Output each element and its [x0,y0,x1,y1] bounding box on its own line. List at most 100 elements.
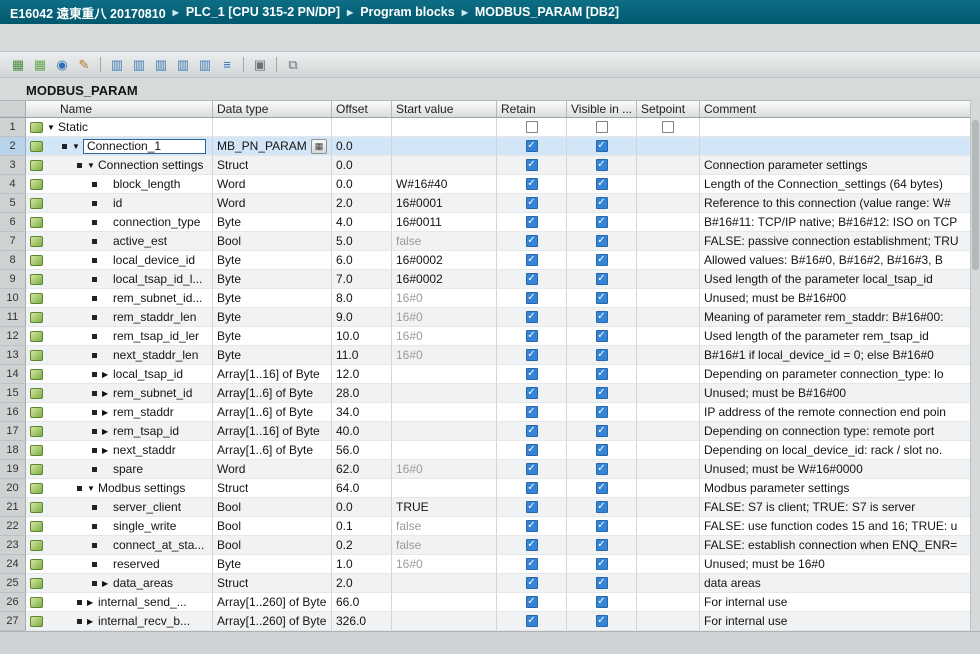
row-startvalue-cell[interactable] [392,422,497,441]
row-datatype-cell[interactable]: Struct [213,479,332,498]
row-name-cell[interactable]: ▶internal_send_... [26,593,213,612]
row-startvalue-cell[interactable]: W#16#40 [392,175,497,194]
retain-cell[interactable]: ✓ [497,593,567,612]
row-datatype-cell[interactable]: Word [213,460,332,479]
table-row[interactable]: 22single_writeBool0.1false✓✓FALSE: use f… [0,517,970,536]
row-startvalue-cell[interactable] [392,156,497,175]
row-datatype-cell[interactable]: Struct [213,156,332,175]
row-number-cell[interactable]: 13 [0,346,26,365]
row-number-cell[interactable]: 26 [0,593,26,612]
row-number-cell[interactable]: 4 [0,175,26,194]
retain-cell[interactable]: ✓ [497,308,567,327]
visible-in-hmi-checkbox[interactable]: ✓ [596,349,608,361]
row-datatype-cell[interactable]: Byte [213,327,332,346]
row-comment-cell[interactable]: Depending on parameter connection_type: … [700,365,970,384]
retain-cell[interactable]: ✓ [497,327,567,346]
visible-in-hmi-checkbox[interactable]: ✓ [596,178,608,190]
breadcrumb-item[interactable]: MODBUS_PARAM [DB2] [475,5,619,19]
visible-cell[interactable]: ✓ [567,156,637,175]
visible-cell[interactable]: ✓ [567,574,637,593]
retain-checkbox[interactable]: ✓ [526,482,538,494]
table-row[interactable]: 3▼Connection settingsStruct0.0✓✓Connecti… [0,156,970,175]
table-row[interactable]: 10rem_subnet_id...Byte8.016#0✓✓Unused; m… [0,289,970,308]
retain-cell[interactable]: ✓ [497,175,567,194]
table-row[interactable]: 1▼Static [0,118,970,137]
row-datatype-cell[interactable]: Bool [213,498,332,517]
setpoint-cell[interactable] [637,289,700,308]
row-datatype-cell[interactable]: Array[1..16] of Byte [213,422,332,441]
retain-checkbox[interactable]: ✓ [526,254,538,266]
row-name-cell[interactable]: rem_subnet_id... [26,289,213,308]
retain-cell[interactable]: ✓ [497,422,567,441]
go-online-button[interactable]: ⧉ [283,55,303,75]
row-name-cell[interactable]: id [26,194,213,213]
visible-cell[interactable] [567,118,637,137]
retain-cell[interactable]: ✓ [497,251,567,270]
row-offset-cell[interactable]: 0.0 [332,156,392,175]
visible-cell[interactable]: ✓ [567,137,637,156]
retain-cell[interactable]: ✓ [497,441,567,460]
visible-cell[interactable]: ✓ [567,479,637,498]
row-startvalue-cell[interactable]: 16#0 [392,460,497,479]
row-datatype-cell[interactable] [213,118,332,137]
expand-arrow-icon[interactable]: ▶ [102,384,113,403]
row-startvalue-cell[interactable] [392,574,497,593]
visible-cell[interactable]: ✓ [567,536,637,555]
table-row[interactable]: 23connect_at_sta...Bool0.2false✓✓FALSE: … [0,536,970,555]
visible-cell[interactable]: ✓ [567,422,637,441]
row-offset-cell[interactable]: 5.0 [332,232,392,251]
row-startvalue-cell[interactable]: 16#0002 [392,270,497,289]
row-comment-cell[interactable]: FALSE: passive connection establishment;… [700,232,970,251]
row-number-cell[interactable]: 18 [0,441,26,460]
row-comment-cell[interactable]: Unused; must be B#16#00 [700,289,970,308]
row-comment-cell[interactable]: Length of the Connection_settings (64 by… [700,175,970,194]
retain-checkbox[interactable]: ✓ [526,368,538,380]
visible-in-hmi-checkbox[interactable]: ✓ [596,159,608,171]
expand-arrow-icon[interactable]: ▶ [87,593,98,612]
row-offset-cell[interactable]: 62.0 [332,460,392,479]
row-comment-cell[interactable]: Modbus parameter settings [700,479,970,498]
setpoint-cell[interactable] [637,175,700,194]
row-number-cell[interactable]: 14 [0,365,26,384]
row-number-cell[interactable]: 27 [0,612,26,631]
retain-checkbox[interactable]: ✓ [526,178,538,190]
retain-checkbox[interactable]: ✓ [526,140,538,152]
setpoint-cell[interactable] [637,118,700,137]
setpoint-cell[interactable] [637,479,700,498]
table-row[interactable]: 20▼Modbus settingsStruct64.0✓✓Modbus par… [0,479,970,498]
row-startvalue-cell[interactable] [392,384,497,403]
visible-in-hmi-checkbox[interactable]: ✓ [596,539,608,551]
retain-checkbox[interactable]: ✓ [526,596,538,608]
row-comment-cell[interactable]: Depending on connection type: remote por… [700,422,970,441]
row-name-cell[interactable]: ▶internal_recv_b... [26,612,213,631]
setpoint-cell[interactable] [637,536,700,555]
table-row[interactable]: 25▶data_areasStruct2.0✓✓data areas [0,574,970,593]
row-datatype-cell[interactable]: Array[1..6] of Byte [213,403,332,422]
row-comment-cell[interactable]: IP address of the remote connection end … [700,403,970,422]
table-row[interactable]: 18▶next_staddrArray[1..6] of Byte56.0✓✓D… [0,441,970,460]
retain-cell[interactable]: ✓ [497,574,567,593]
retain-checkbox[interactable] [526,121,538,133]
row-comment-cell[interactable]: FALSE: S7 is client; TRUE: S7 is server [700,498,970,517]
collapse-arrow-icon[interactable]: ▼ [87,156,98,175]
row-offset-cell[interactable]: 7.0 [332,270,392,289]
retain-checkbox[interactable]: ✓ [526,349,538,361]
breadcrumb-item[interactable]: PLC_1 [CPU 315-2 PN/DP] [186,5,340,19]
row-datatype-cell[interactable]: Bool [213,517,332,536]
name-edit-field[interactable]: Connection_1 [83,139,206,154]
collapse-arrow-icon[interactable]: ▼ [72,137,83,156]
setpoint-cell[interactable] [637,441,700,460]
visible-in-hmi-checkbox[interactable]: ✓ [596,406,608,418]
row-startvalue-cell[interactable]: 16#0011 [392,213,497,232]
table-row[interactable]: 21server_clientBool0.0TRUE✓✓FALSE: S7 is… [0,498,970,517]
setpoint-cell[interactable] [637,593,700,612]
breadcrumb-item[interactable]: Program blocks [360,5,454,19]
retain-checkbox[interactable]: ✓ [526,311,538,323]
visible-in-hmi-checkbox[interactable]: ✓ [596,216,608,228]
visible-cell[interactable]: ✓ [567,232,637,251]
breadcrumb-item[interactable]: E16042 遠東重八 20170810 [10,3,166,22]
row-startvalue-cell[interactable]: false [392,536,497,555]
setpoint-cell[interactable] [637,213,700,232]
row-startvalue-cell[interactable]: 16#0001 [392,194,497,213]
row-offset-cell[interactable]: 1.0 [332,555,392,574]
